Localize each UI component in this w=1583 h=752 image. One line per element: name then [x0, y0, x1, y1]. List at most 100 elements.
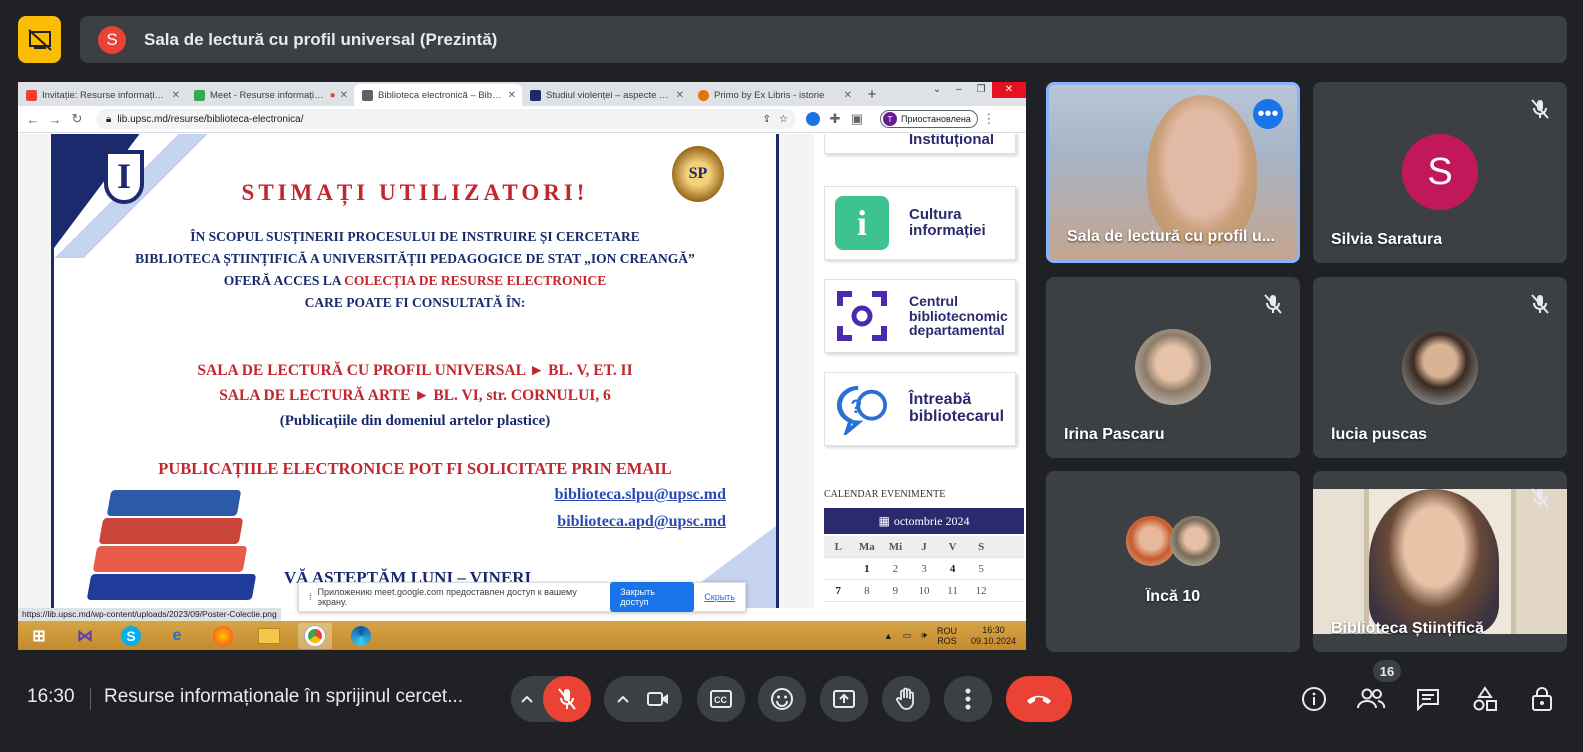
card-label-line: informației: [909, 222, 986, 239]
browser-tab[interactable]: Primo by Ex Libris - istorie ✕: [690, 84, 858, 106]
camera-control-group[interactable]: [604, 676, 682, 722]
browser-tab-active[interactable]: Biblioteca electronică – Biblioteca ✕: [354, 84, 522, 106]
close-tab-icon[interactable]: ✕: [508, 90, 516, 101]
poster-image: I SP STIMAȚI UTILIZATORI! ÎN SCOPUL SUSȚ…: [51, 134, 779, 608]
card-label-line: bibliotecarul: [909, 408, 1005, 425]
meeting-details-icon[interactable]: [1299, 684, 1329, 714]
card-label-line: Cultura: [909, 206, 962, 224]
sidebar-card-center[interactable]: Centrul bibliotecnomic departamental: [824, 279, 1016, 353]
firefox-icon[interactable]: [206, 623, 240, 649]
raise-hand-button[interactable]: [882, 676, 930, 722]
calendar-day: [995, 580, 1024, 602]
email-link[interactable]: biblioteca.slpu@upsc.md: [555, 486, 726, 504]
screen-share-notice: ⁞ Приложению meet.google.com предоставле…: [298, 582, 746, 612]
close-tab-icon[interactable]: ✕: [676, 90, 684, 101]
card-label-line: Centrul: [909, 292, 958, 309]
close-window-icon[interactable]: ✕: [992, 82, 1026, 98]
mic-toggle-button[interactable]: [543, 676, 591, 722]
puzzle-extensions-icon[interactable]: ✚: [824, 111, 846, 127]
stop-sharing-button[interactable]: Закрыть доступ: [610, 582, 695, 612]
people-icon[interactable]: [1356, 684, 1386, 714]
more-options-button[interactable]: [944, 676, 992, 722]
internet-explorer-icon[interactable]: e: [160, 623, 194, 649]
browser-tab[interactable]: Meet - Resurse informaționale ● ✕: [186, 84, 354, 106]
app-icon[interactable]: ⋈: [68, 623, 102, 649]
info-icon: i: [835, 196, 889, 250]
browser-tab[interactable]: Invitație: Resurse informaționale ✕: [18, 84, 186, 106]
leave-call-button[interactable]: [1006, 676, 1072, 722]
activities-icon[interactable]: [1470, 684, 1500, 714]
input-language[interactable]: ROU ROS: [937, 626, 957, 646]
back-arrow-icon[interactable]: ←: [22, 112, 44, 127]
audio-options-chevron-icon[interactable]: [511, 676, 543, 722]
mic-off-icon: [1260, 291, 1286, 317]
chrome-icon[interactable]: [298, 622, 332, 649]
browser-tab[interactable]: Studiul violenței – aspecte psihologice …: [522, 84, 690, 106]
close-tab-icon[interactable]: ✕: [340, 90, 348, 101]
reload-icon[interactable]: ↻: [66, 111, 88, 127]
book-shape: [92, 546, 248, 572]
drag-handle-icon[interactable]: ⁞: [309, 592, 312, 602]
calendar-day[interactable]: 1: [852, 558, 882, 580]
bookmark-star-icon[interactable]: ☆: [779, 114, 788, 125]
calendar-day[interactable]: 4: [938, 558, 967, 580]
people-count-badge: 16: [1373, 660, 1401, 682]
forward-arrow-icon[interactable]: →: [44, 112, 66, 127]
side-panel-icon[interactable]: ▣: [846, 111, 868, 127]
card-label: Întreabă bibliotecarul: [909, 391, 1005, 426]
participant-tile[interactable]: Irina Pascaru: [1046, 277, 1300, 458]
windows-start-icon[interactable]: ⊞: [22, 623, 56, 649]
participant-photo: [1170, 516, 1220, 566]
edge-icon[interactable]: [344, 623, 378, 649]
url-field[interactable]: 🔒︎ lib.upsc.md/resurse/biblioteca-electr…: [96, 109, 796, 129]
more-participants-tile[interactable]: Încă 10: [1046, 471, 1300, 652]
close-tab-icon[interactable]: ✕: [844, 90, 852, 101]
participant-photo: [1135, 329, 1211, 405]
captions-button[interactable]: CC: [697, 676, 745, 722]
presentation-banner: S Sala de lectură cu profil universal (P…: [80, 16, 1567, 63]
tray-arrow-icon[interactable]: ▲: [884, 631, 893, 641]
svg-text:CC: CC: [714, 695, 727, 705]
profile-chip[interactable]: T Приостановлена: [880, 110, 978, 128]
host-controls-lock-icon[interactable]: [1527, 684, 1557, 714]
focus-camera-icon: [835, 289, 889, 343]
present-screen-icon: [833, 690, 855, 708]
new-tab-button[interactable]: +: [858, 84, 886, 106]
stop-presenting-button[interactable]: [18, 16, 61, 63]
participant-tile[interactable]: lucia puscas: [1313, 277, 1567, 458]
calendar-day: 10: [909, 580, 939, 602]
present-now-button[interactable]: [820, 676, 868, 722]
more-options-icon[interactable]: •••: [1253, 99, 1283, 129]
gmail-icon: [26, 89, 37, 101]
skype-icon[interactable]: S: [114, 623, 148, 649]
book-shape: [98, 518, 244, 544]
extension-icon[interactable]: [806, 112, 820, 126]
network-icon[interactable]: ▭: [903, 630, 912, 641]
sidebar-card-ask[interactable]: ? Întreabă bibliotecarul: [824, 372, 1016, 446]
hide-notice-link[interactable]: Скрыть: [704, 592, 735, 602]
share-page-icon[interactable]: ⇪: [763, 114, 771, 125]
browser-menu-icon[interactable]: ⋮: [978, 111, 1000, 127]
reactions-button[interactable]: [758, 676, 806, 722]
file-explorer-icon[interactable]: [252, 623, 286, 649]
video-options-chevron-icon[interactable]: [616, 694, 630, 704]
maximize-icon[interactable]: ❐: [970, 82, 992, 98]
sidebar-card-culture[interactable]: i Cultura informației: [824, 186, 1016, 260]
participant-tile[interactable]: Biblioteca Științifică: [1313, 471, 1567, 652]
participant-tile[interactable]: S Silvia Saratura: [1313, 82, 1567, 263]
minimize-icon[interactable]: –: [948, 82, 970, 98]
card-label: Centrul bibliotecnomic departamental: [909, 294, 1008, 338]
taskbar-clock[interactable]: 16:30 09.10.2024: [971, 625, 1016, 647]
profile-avatar: T: [883, 112, 897, 126]
calendar-day[interactable]: 7: [824, 580, 853, 602]
mic-off-icon: [1527, 485, 1553, 511]
lock-icon: 🔒︎: [106, 113, 112, 125]
address-bar: ← → ↻ 🔒︎ lib.upsc.md/resurse/biblioteca-…: [18, 106, 1026, 133]
chat-icon[interactable]: [1413, 684, 1443, 714]
volume-icon[interactable]: 🕪︎: [921, 630, 927, 641]
poster-line-highlight: COLECȚIA DE RESURSE ELECTRONICE: [344, 273, 607, 288]
sidebar-card-institutional[interactable]: Instituțional: [824, 134, 1016, 154]
participant-tile[interactable]: ••• Sala de lectură cu profil u...: [1046, 82, 1300, 263]
close-tab-icon[interactable]: ✕: [172, 90, 180, 101]
tab-search-icon[interactable]: ⌄: [926, 82, 948, 98]
